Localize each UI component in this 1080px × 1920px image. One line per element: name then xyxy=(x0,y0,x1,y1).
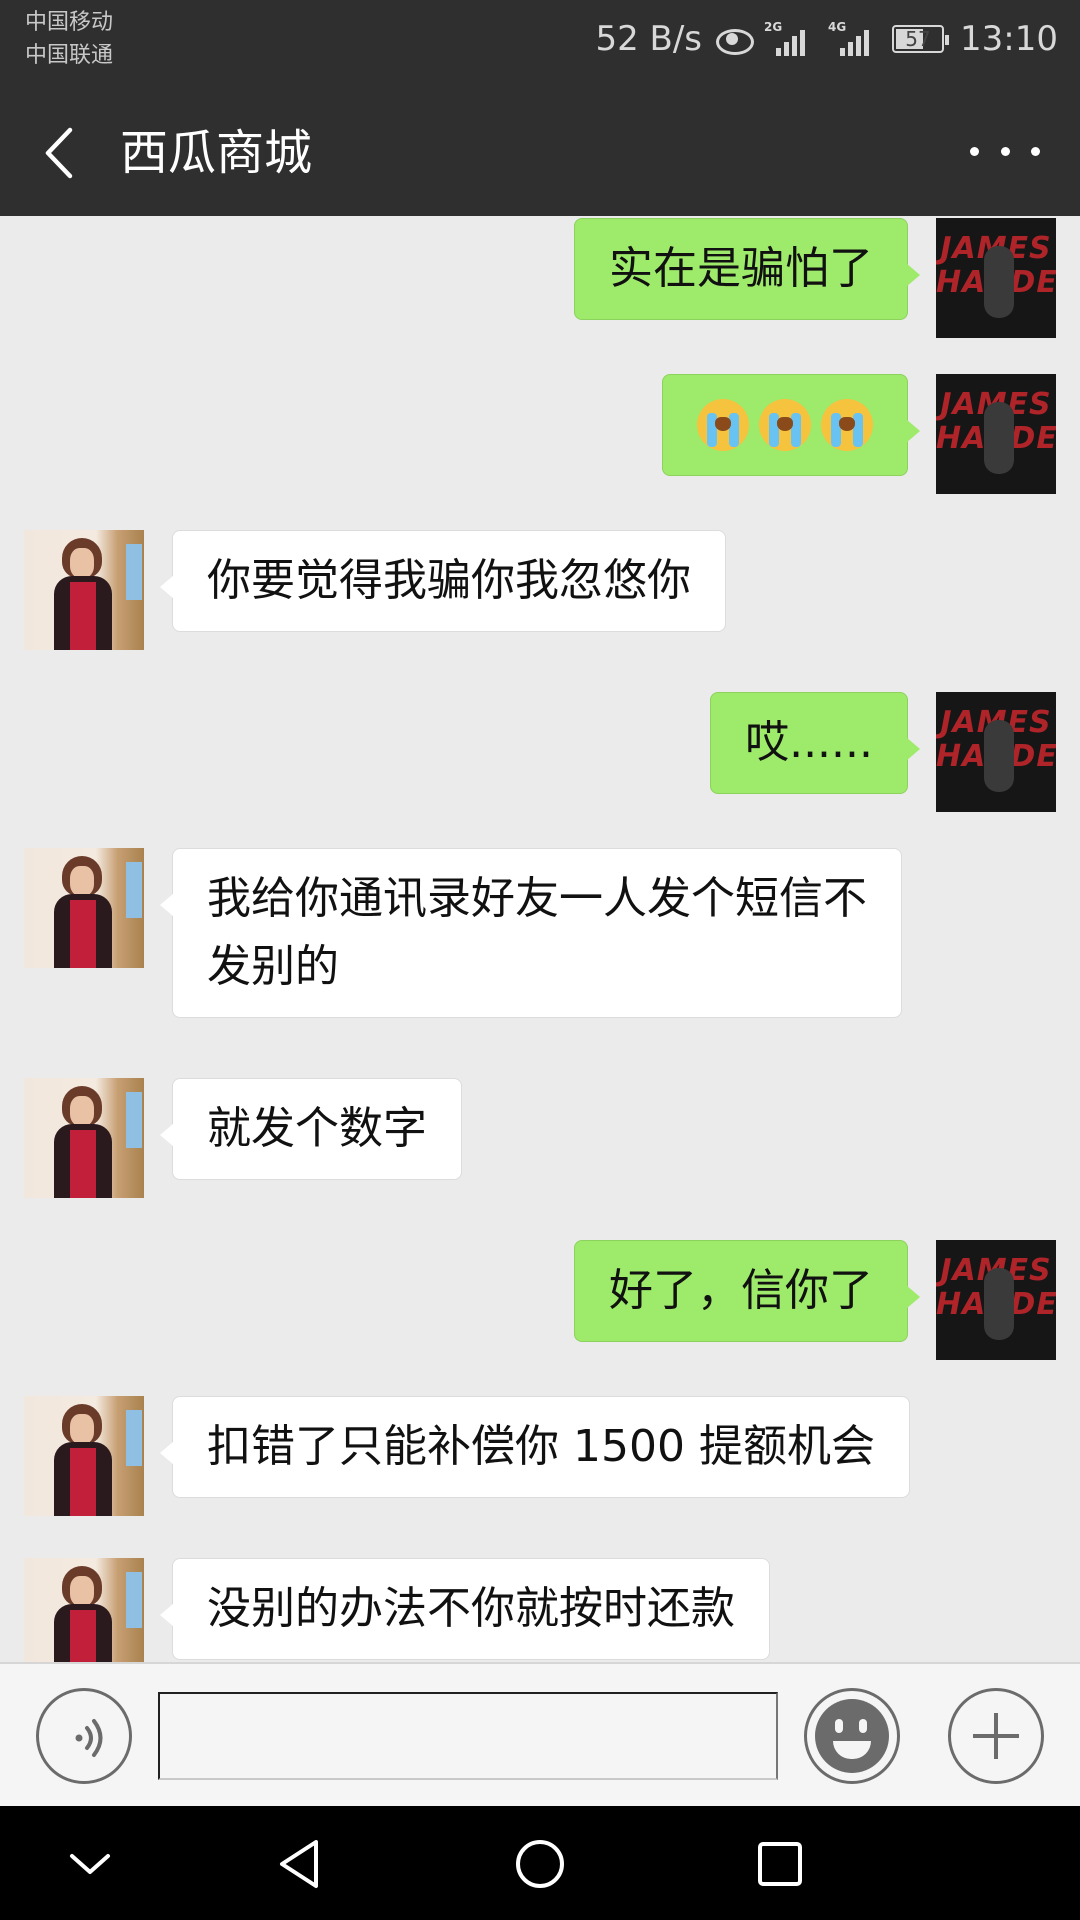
message-text: 你要觉得我骗你我忽悠你 xyxy=(207,555,691,606)
contact-avatar[interactable] xyxy=(24,1396,144,1516)
my-avatar[interactable]: JAMES HARDEN xyxy=(936,692,1056,812)
carrier-1: 中国移动 xyxy=(25,10,114,35)
my-avatar[interactable]: JAMES HARDEN xyxy=(936,374,1056,494)
network-speed: 52 B/s xyxy=(595,19,703,59)
emoji-icon xyxy=(815,1699,889,1773)
voice-icon xyxy=(75,1719,103,1757)
more-actions-button[interactable] xyxy=(948,1688,1044,1784)
message-text: 扣错了只能补偿你 1500 提额机会 xyxy=(207,1421,875,1472)
message-text: 就发个数字 xyxy=(207,1103,427,1154)
battery-icon: 57 xyxy=(892,25,950,53)
title-bar: 西瓜商城 xyxy=(0,92,1080,216)
message-text: 好了，信你了 xyxy=(609,1265,873,1316)
clock: 13:10 xyxy=(960,19,1058,59)
incoming-message[interactable]: 你要觉得我骗你我忽悠你 xyxy=(160,530,726,632)
outgoing-message[interactable]: 好了，信你了 xyxy=(574,1240,920,1342)
incoming-message[interactable]: 扣错了只能补偿你 1500 提额机会 xyxy=(160,1396,910,1498)
status-indicators: 52 B/s 2G 4G 57 13:10 xyxy=(595,14,1058,64)
contact-avatar[interactable] xyxy=(24,1078,144,1198)
message-text: 没别的办法不你就按时还款 xyxy=(207,1583,735,1634)
input-bar xyxy=(0,1662,1080,1806)
incoming-message[interactable]: 就发个数字 xyxy=(160,1078,462,1180)
incoming-message[interactable]: 没别的办法不你就按时还款 xyxy=(160,1558,770,1660)
chevron-down-icon[interactable] xyxy=(58,1832,122,1896)
message-input[interactable] xyxy=(158,1692,778,1780)
recent-square-icon[interactable] xyxy=(748,1832,812,1896)
outgoing-message[interactable]: 实在是骗怕了 xyxy=(574,218,920,320)
system-nav-bar xyxy=(0,1806,1080,1920)
voice-input-button[interactable] xyxy=(36,1688,132,1784)
carrier-2: 中国联通 xyxy=(25,43,114,68)
carrier-info: 中国移动 中国联通 xyxy=(25,6,113,72)
incoming-message[interactable]: 我给你通讯录好友一人发个短信不 发别的 xyxy=(160,848,902,1018)
signal-icon: 2G xyxy=(764,20,816,56)
more-dots-icon[interactable] xyxy=(970,136,1040,166)
back-arrow-icon[interactable] xyxy=(40,120,100,186)
home-circle-icon[interactable] xyxy=(508,1832,572,1896)
message-text-line-1: 我给你通讯录好友一人发个短信不 xyxy=(207,873,867,924)
message-text: 实在是骗怕了 xyxy=(609,243,873,294)
my-avatar[interactable]: JAMES HARDEN xyxy=(936,218,1056,338)
status-bar: 中国移动 中国联通 52 B/s 2G 4G 57 13:10 xyxy=(0,0,1080,92)
my-avatar[interactable]: JAMES HARDEN xyxy=(936,1240,1056,1360)
loudly-crying-face-icon xyxy=(759,399,811,451)
contact-avatar[interactable] xyxy=(24,530,144,650)
signal-icon: 4G xyxy=(828,20,880,56)
outgoing-emoji-message[interactable] xyxy=(662,374,920,476)
back-triangle-icon[interactable] xyxy=(270,1832,334,1896)
loudly-crying-face-icon xyxy=(821,399,873,451)
loudly-crying-face-icon xyxy=(697,399,749,451)
eye-icon xyxy=(714,25,755,55)
outgoing-message[interactable]: 哎...... xyxy=(710,692,920,794)
contact-avatar[interactable] xyxy=(24,1558,144,1662)
plus-icon xyxy=(973,1713,1019,1759)
emoji-button[interactable] xyxy=(804,1688,900,1784)
message-text: 哎...... xyxy=(745,717,873,768)
chat-area[interactable]: JAMES HARDEN 实在是骗怕了 JAMES HARDEN 你要觉得我骗你… xyxy=(0,216,1080,1662)
chat-title: 西瓜商城 xyxy=(120,125,313,181)
message-text-line-2: 发别的 xyxy=(207,941,339,992)
battery-level: 57 xyxy=(905,27,931,51)
contact-avatar[interactable] xyxy=(24,848,144,968)
